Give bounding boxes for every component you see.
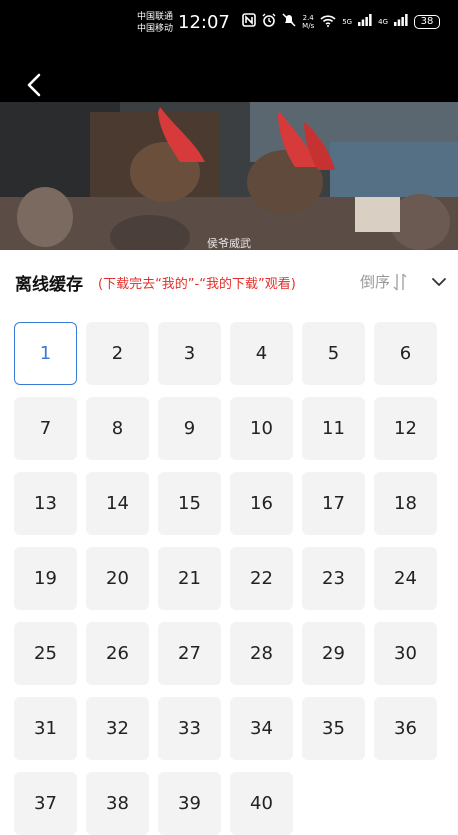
collapse-chevron-icon[interactable]	[430, 274, 448, 288]
episode-tile[interactable]: 14	[86, 472, 149, 535]
carrier-2: 中国移动	[137, 24, 174, 34]
episode-tile[interactable]: 29	[302, 622, 365, 685]
episode-tile[interactable]: 13	[14, 472, 77, 535]
episode-tile[interactable]: 23	[302, 547, 365, 610]
status-icons: 2.4 M/s 5G 4G 38	[242, 13, 440, 30]
signal-1-icon	[358, 14, 372, 29]
episode-tile[interactable]: 6	[374, 322, 437, 385]
sort-order-button[interactable]: 倒序	[360, 271, 408, 292]
mute-icon	[282, 13, 296, 30]
episode-tile[interactable]: 11	[302, 397, 365, 460]
episode-tile[interactable]: 1	[14, 322, 77, 385]
back-arrow-icon[interactable]	[22, 72, 48, 98]
episode-tile[interactable]: 26	[86, 622, 149, 685]
episode-tile[interactable]: 7	[14, 397, 77, 460]
status-bar: 中国联通 中国移动 12:07 2.4 M/s 5G 4G 38	[0, 0, 458, 52]
video-player[interactable]: 侯爷威武	[0, 52, 458, 250]
episode-tile[interactable]: 40	[230, 772, 293, 835]
episode-tile[interactable]: 34	[230, 697, 293, 760]
wifi-icon	[320, 14, 336, 30]
episode-tile[interactable]: 21	[158, 547, 221, 610]
episode-tile[interactable]: 2	[86, 322, 149, 385]
episode-tile[interactable]: 9	[158, 397, 221, 460]
signal-2-icon	[394, 14, 408, 29]
episode-grid: 1 2 3 4 5 6 7 8 9 10 11 12 13 14 15 16 17 18 19 20 21 22 23 24 2…	[14, 322, 438, 835]
episode-tile[interactable]: 22	[230, 547, 293, 610]
net-speed-unit: M/s	[302, 21, 315, 30]
episode-tile[interactable]: 17	[302, 472, 365, 535]
download-hint: (下载完去“我的”-“我的下载”观看)	[98, 277, 296, 292]
episode-tile[interactable]: 5	[302, 322, 365, 385]
episode-tile[interactable]: 4	[230, 322, 293, 385]
episode-tile[interactable]: 38	[86, 772, 149, 835]
episode-tile[interactable]: 31	[14, 697, 77, 760]
episode-tile[interactable]: 15	[158, 472, 221, 535]
episode-tile[interactable]: 33	[158, 697, 221, 760]
episode-tile[interactable]: 19	[14, 547, 77, 610]
sort-label: 倒序	[360, 273, 391, 291]
episode-tile[interactable]: 8	[86, 397, 149, 460]
episode-tile[interactable]: 12	[374, 397, 437, 460]
episode-tile[interactable]: 16	[230, 472, 293, 535]
episode-tile[interactable]: 37	[14, 772, 77, 835]
carrier-names: 中国联通 中国移动	[137, 11, 173, 35]
episode-tile[interactable]: 39	[158, 772, 221, 835]
video-frame	[0, 102, 458, 250]
episode-tile[interactable]: 27	[158, 622, 221, 685]
episode-tile[interactable]: 24	[374, 547, 437, 610]
video-subtitle: 侯爷威武	[207, 237, 251, 250]
page-title: 离线缓存	[15, 275, 83, 295]
battery-icon: 38	[414, 14, 440, 29]
signal-1-label: 5G	[342, 17, 353, 26]
nfc-icon	[242, 13, 256, 30]
alarm-icon	[262, 13, 276, 30]
sort-icon	[393, 272, 407, 291]
episode-tile[interactable]: 30	[374, 622, 437, 685]
episode-tile[interactable]: 35	[302, 697, 365, 760]
status-time: 12:07	[178, 12, 230, 33]
episode-tile[interactable]: 18	[374, 472, 437, 535]
episode-tile[interactable]: 20	[86, 547, 149, 610]
episode-tile[interactable]: 32	[86, 697, 149, 760]
carrier-1: 中国联通	[137, 12, 174, 22]
episode-tile[interactable]: 25	[14, 622, 77, 685]
episode-tile[interactable]: 28	[230, 622, 293, 685]
episode-tile[interactable]: 36	[374, 697, 437, 760]
net-speed: 2.4 M/s	[302, 14, 314, 30]
episode-tile[interactable]: 10	[230, 397, 293, 460]
net-speed-value: 2.4	[302, 13, 314, 22]
signal-2-label: 4G	[378, 17, 388, 26]
offline-cache-header: 离线缓存 (下载完去“我的”-“我的下载”观看) 倒序	[0, 262, 458, 300]
episode-tile[interactable]: 3	[158, 322, 221, 385]
